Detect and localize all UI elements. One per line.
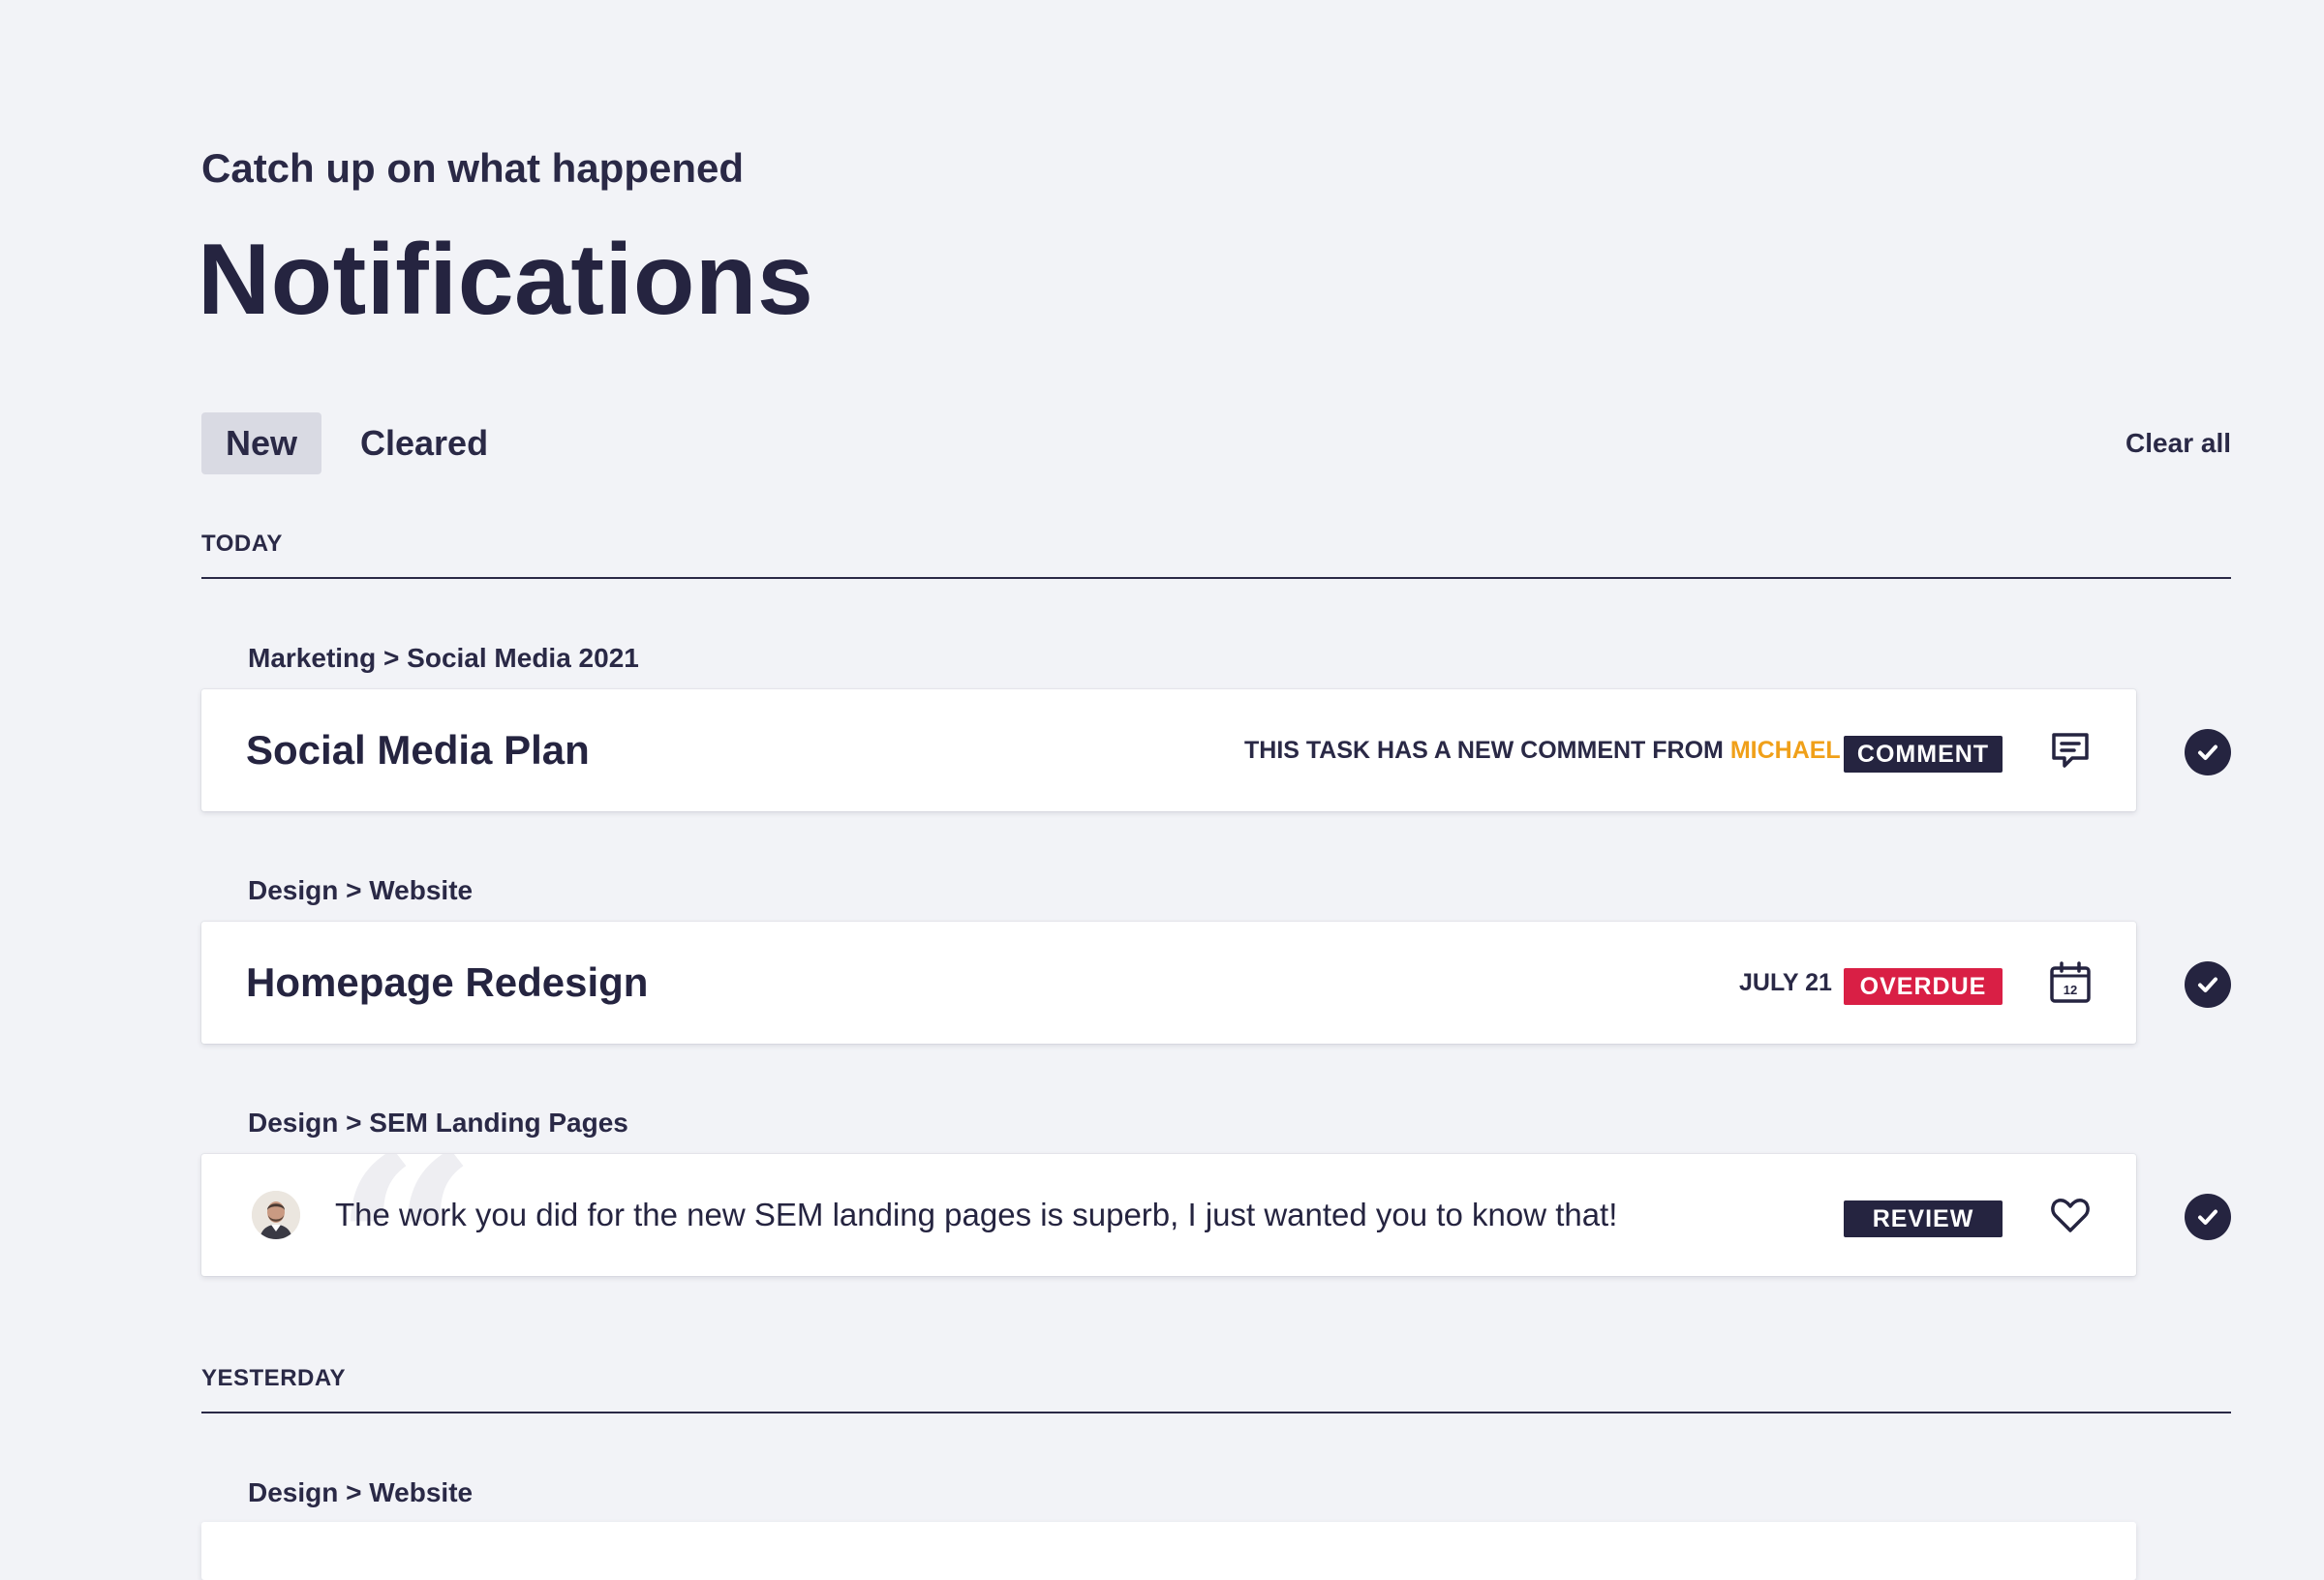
breadcrumb[interactable]: Marketing > Social Media 2021 (248, 643, 639, 674)
meta-text: THIS TASK HAS A NEW COMMENT FROM (1244, 736, 1730, 764)
status-badge: OVERDUE (1844, 968, 2003, 1005)
calendar-day: 12 (2064, 983, 2077, 997)
section-divider (201, 1412, 2231, 1413)
page-eyebrow: Catch up on what happened (201, 145, 745, 191)
comment-icon[interactable] (2047, 727, 2094, 774)
breadcrumb[interactable]: Design > Website (248, 1477, 473, 1508)
tab-cleared[interactable]: Cleared (360, 412, 488, 474)
notification-card-review[interactable]: “ The work you did for the new SEM landi… (201, 1154, 2136, 1276)
check-icon (2198, 1209, 2217, 1225)
section-label-today: TODAY (201, 531, 283, 557)
calendar-icon[interactable]: 12 (2047, 959, 2094, 1006)
notification-card-comment[interactable]: Social Media Plan THIS TASK HAS A NEW CO… (201, 689, 2136, 811)
check-icon (2198, 744, 2217, 760)
notifications-page: Catch up on what happened Notifications … (0, 0, 2324, 1580)
check-icon (2198, 977, 2217, 992)
status-badge: COMMENT (1844, 736, 2003, 773)
notification-meta: THIS TASK HAS A NEW COMMENT FROM MICHAEL (1244, 689, 1841, 811)
breadcrumb[interactable]: Design > Website (248, 875, 473, 906)
mark-done-button[interactable] (2185, 961, 2231, 1008)
due-date: JULY 21 (1739, 968, 1832, 996)
task-title[interactable]: Homepage Redesign (246, 922, 648, 1044)
breadcrumb[interactable]: Design > SEM Landing Pages (248, 1108, 628, 1139)
heart-icon[interactable] (2047, 1192, 2094, 1238)
mark-done-button[interactable] (2185, 729, 2231, 775)
status-badge: REVIEW (1844, 1200, 2003, 1237)
task-title[interactable]: Social Media Plan (246, 689, 590, 811)
notification-card-partial[interactable] (201, 1522, 2136, 1580)
tab-new[interactable]: New (201, 412, 321, 474)
clear-all-button[interactable]: Clear all (2125, 428, 2231, 459)
section-label-yesterday: YESTERDAY (201, 1365, 346, 1391)
commenter-name[interactable]: MICHAEL (1730, 737, 1841, 765)
page-title: Notifications (198, 224, 814, 336)
notification-card-overdue[interactable]: Homepage Redesign JULY 21 OVERDUE 12 (201, 922, 2136, 1044)
review-quote: The work you did for the new SEM landing… (335, 1197, 1618, 1232)
section-divider (201, 577, 2231, 579)
mark-done-button[interactable] (2185, 1194, 2231, 1240)
avatar[interactable] (252, 1191, 300, 1239)
